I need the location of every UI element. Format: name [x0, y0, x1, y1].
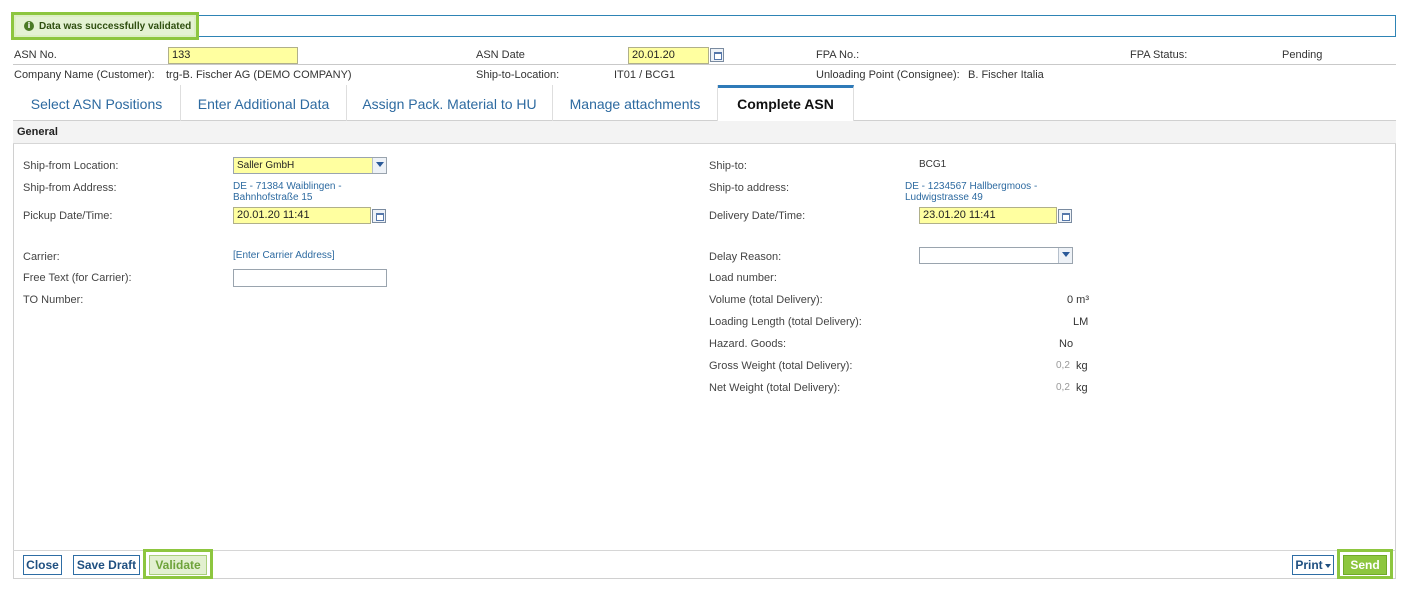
- ship-to-location-label: Ship-to-Location:: [476, 69, 560, 81]
- ship-to-location-value: IT01 / BCG1: [614, 69, 676, 81]
- asn-date-field[interactable]: 20.01.20: [628, 47, 709, 64]
- free-text-input[interactable]: [233, 269, 387, 287]
- fpa-no-label: FPA No.:: [816, 49, 860, 61]
- free-text-label: Free Text (for Carrier):: [23, 272, 132, 284]
- tab-manage-attachments[interactable]: Manage attachments: [553, 85, 718, 121]
- pickup-calendar-icon[interactable]: [372, 209, 386, 223]
- gross-weight-value: 0,2: [1056, 360, 1070, 371]
- send-button[interactable]: Send: [1343, 555, 1387, 575]
- unloading-point-label: Unloading Point (Consignee):: [816, 69, 960, 81]
- print-button-label: Print: [1295, 558, 1323, 572]
- net-weight-value: 0,2: [1056, 382, 1070, 393]
- action-bar: [13, 550, 1396, 579]
- hazard-goods-value: No: [1059, 338, 1074, 350]
- loading-length-value: LM: [1073, 316, 1089, 328]
- gross-weight-unit: kg: [1076, 360, 1088, 372]
- success-message-text: Data was successfully validated: [39, 20, 192, 32]
- pickup-datetime-field[interactable]: 20.01.20 11:41: [233, 207, 371, 224]
- delivery-datetime-label: Delivery Date/Time:: [709, 210, 806, 222]
- carrier-label: Carrier:: [23, 251, 60, 263]
- section-title: General: [13, 121, 1396, 144]
- ship-from-location-label: Ship-from Location:: [23, 160, 119, 172]
- asn-no-field[interactable]: 133: [168, 47, 298, 64]
- asn-header-row-2: Company Name (Customer): trg-B. Fischer …: [13, 66, 1396, 85]
- volume-label: Volume (total Delivery):: [709, 294, 823, 306]
- company-label: Company Name (Customer):: [14, 69, 155, 81]
- fpa-status-label: FPA Status:: [1130, 49, 1188, 61]
- tab-enter-additional-data[interactable]: Enter Additional Data: [181, 85, 347, 121]
- to-number-label: TO Number:: [23, 294, 84, 306]
- validate-button[interactable]: Validate: [149, 555, 207, 575]
- chevron-down-icon[interactable]: [1058, 248, 1072, 263]
- ship-from-location-value: Saller GmbH: [237, 160, 295, 171]
- ship-to-label: Ship-to:: [709, 160, 747, 172]
- asn-date-label: ASN Date: [476, 49, 525, 61]
- unloading-point-value: B. Fischer Italia: [968, 69, 1044, 81]
- volume-value: 0 m³: [1067, 294, 1089, 306]
- tab-complete-asn[interactable]: Complete ASN: [718, 85, 854, 122]
- chevron-down-icon[interactable]: [372, 158, 386, 173]
- load-number-label: Load number:: [709, 272, 777, 284]
- gross-weight-label: Gross Weight (total Delivery):: [709, 360, 853, 372]
- tab-assign-pack-material[interactable]: Assign Pack. Material to HU: [347, 85, 553, 121]
- net-weight-unit: kg: [1076, 382, 1088, 394]
- info-icon: i: [24, 21, 34, 31]
- delay-reason-label: Delay Reason:: [709, 251, 782, 263]
- asn-header-row-1: ASN No. 133 ASN Date 20.01.20 FPA No.: F…: [13, 46, 1396, 65]
- save-draft-button[interactable]: Save Draft: [73, 555, 140, 575]
- net-weight-label: Net Weight (total Delivery):: [709, 382, 841, 394]
- ship-from-location-select[interactable]: Saller GmbH: [233, 157, 387, 174]
- caret-down-icon: [1324, 563, 1331, 568]
- company-value: trg-B. Fischer AG (DEMO COMPANY): [166, 69, 352, 81]
- message-bar: [13, 15, 1396, 37]
- ship-from-address-line-1[interactable]: DE - 71384 Waiblingen -: [233, 181, 342, 192]
- ship-from-address-label: Ship-from Address:: [23, 182, 117, 194]
- tab-select-asn-positions[interactable]: Select ASN Positions: [13, 85, 181, 121]
- ship-from-address-line-2[interactable]: Bahnhofstraße 15: [233, 192, 313, 203]
- delivery-datetime-field[interactable]: 23.01.20 11:41: [919, 207, 1057, 224]
- hazard-goods-label: Hazard. Goods:: [709, 338, 787, 350]
- ship-to-address-label: Ship-to address:: [709, 182, 790, 194]
- tab-bar: Select ASN Positions Enter Additional Da…: [13, 85, 1396, 122]
- asn-date-calendar-icon[interactable]: [710, 48, 724, 62]
- ship-to-address-line-2[interactable]: Ludwigstrasse 49: [905, 192, 983, 203]
- ship-to-address-line-1[interactable]: DE - 1234567 Hallbergmoos -: [905, 181, 1037, 192]
- ship-to-value: BCG1: [919, 159, 947, 170]
- pickup-datetime-label: Pickup Date/Time:: [23, 210, 113, 222]
- delay-reason-select[interactable]: [919, 247, 1073, 264]
- success-message: i Data was successfully validated: [11, 12, 199, 40]
- delivery-calendar-icon[interactable]: [1058, 209, 1072, 223]
- fpa-status-value: Pending: [1282, 49, 1323, 61]
- enter-carrier-address-link[interactable]: [Enter Carrier Address]: [233, 250, 335, 261]
- loading-length-label: Loading Length (total Delivery):: [709, 316, 862, 328]
- asn-no-label: ASN No.: [14, 49, 57, 61]
- close-button[interactable]: Close: [23, 555, 62, 575]
- content-panel: [13, 121, 1396, 579]
- print-button[interactable]: Print: [1292, 555, 1334, 575]
